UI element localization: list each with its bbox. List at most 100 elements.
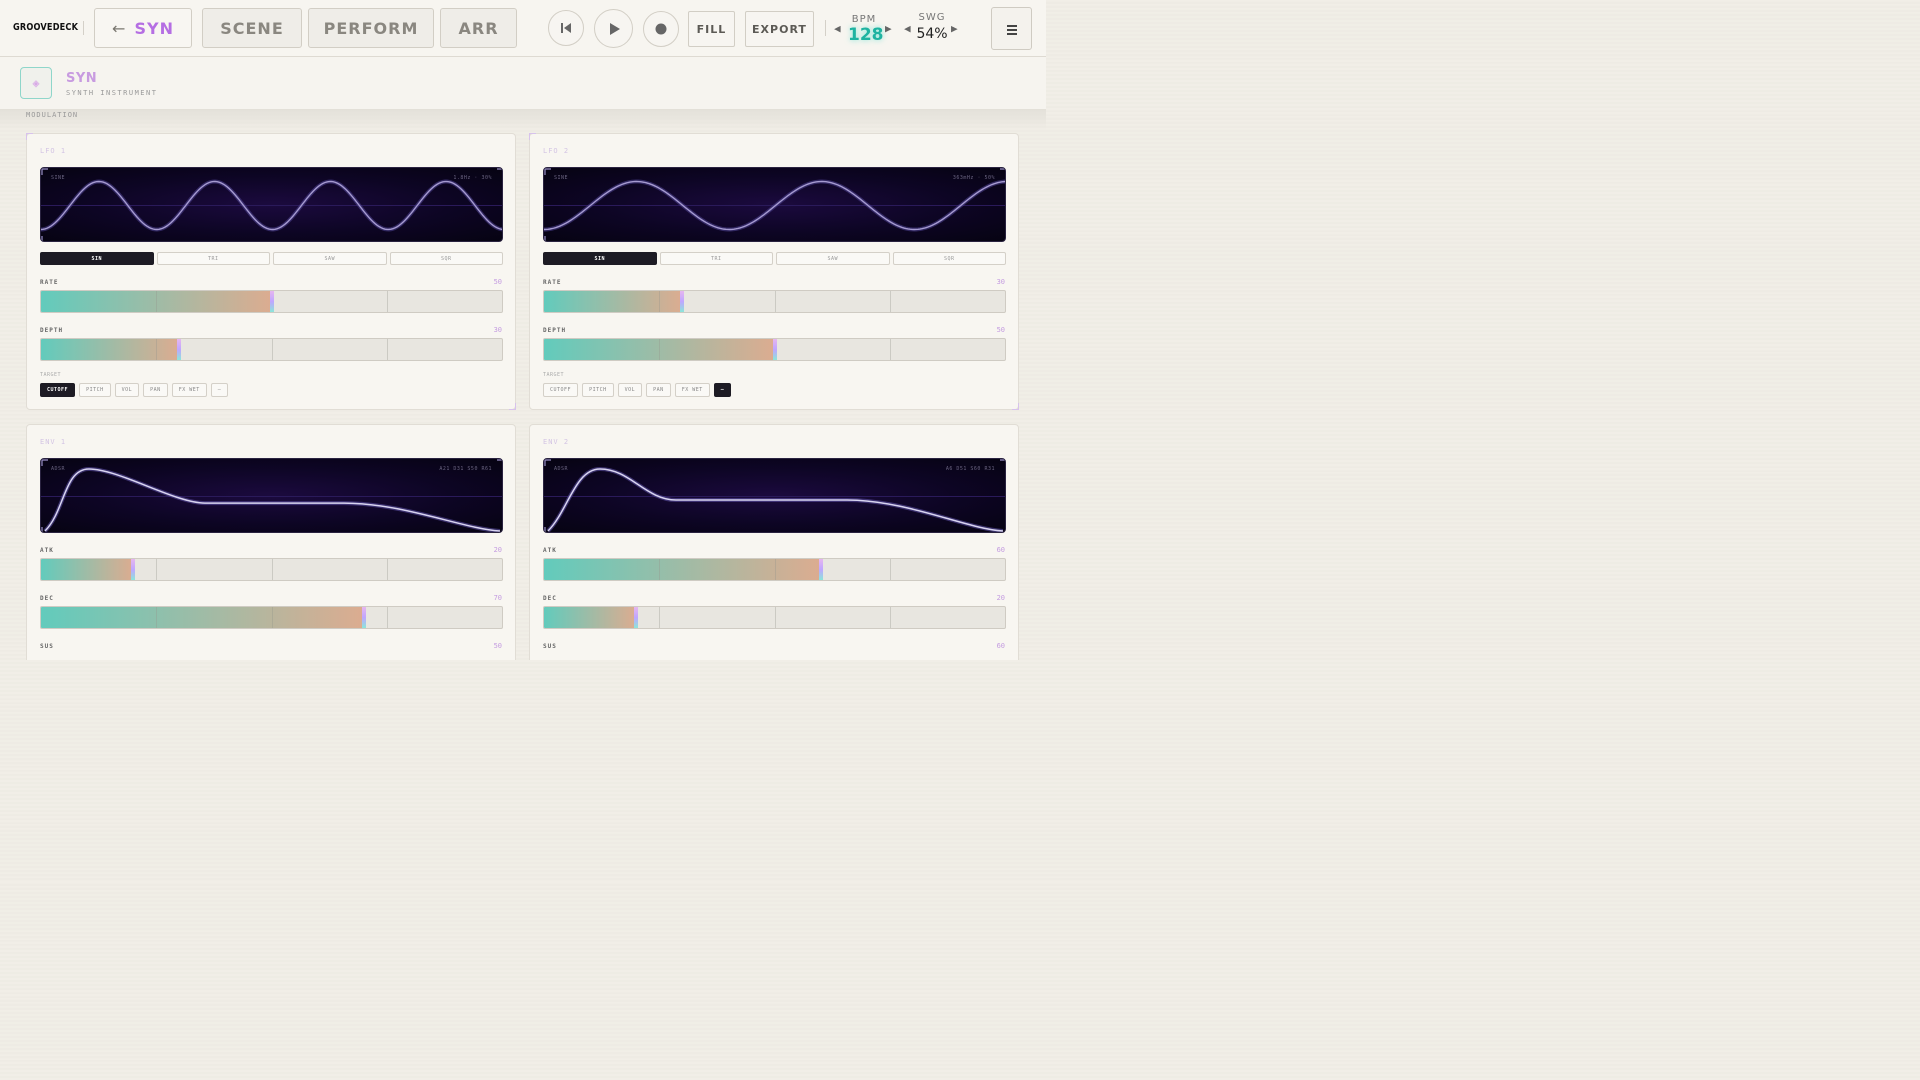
wave-saw-button[interactable]: SAW	[776, 252, 890, 265]
scope-readout: 1.8Hz · 30%	[453, 175, 492, 181]
export-button[interactable]: EXPORT	[745, 11, 814, 47]
lfo-scope: SINE 363mHz · 50%	[543, 167, 1006, 242]
target-pitch-button[interactable]: PITCH	[79, 383, 111, 397]
tab-label: ARR	[458, 18, 499, 38]
tab-label: SCENE	[220, 18, 284, 38]
target-fx-wet-button[interactable]: FX WET	[674, 383, 710, 397]
wave-sin-button[interactable]: SIN	[543, 252, 657, 265]
rate-value: 50	[493, 278, 502, 286]
slider-fill	[544, 607, 637, 628]
divider	[825, 20, 826, 36]
rate-label: RATE	[543, 279, 562, 286]
scope-shape-label: SINE	[554, 175, 569, 181]
attack-slider[interactable]	[543, 558, 1006, 581]
envelope-line	[547, 468, 1004, 532]
lfo-2-panel: LFO 2 SINE 363mHz · 50% SIN TRI SAW SQR …	[529, 133, 1019, 410]
slider-tick	[156, 339, 158, 360]
slider-handle[interactable]	[269, 291, 274, 312]
swing-decrease-button[interactable]: ◀	[904, 22, 911, 35]
swing-increase-button[interactable]: ▶	[951, 22, 958, 35]
slider-tick	[271, 559, 273, 580]
slider-fill	[544, 291, 683, 312]
decay-label: DEC	[543, 595, 557, 602]
instrument-subtitle: SYNTH INSTRUMENT	[66, 89, 158, 97]
target-cutoff-button[interactable]: CUTOFF	[543, 383, 579, 397]
target-vol-button[interactable]: VOL	[114, 383, 140, 397]
target-pan-button[interactable]: PAN	[646, 383, 671, 397]
tab-label: PERFORM	[323, 18, 419, 38]
target-vol-button[interactable]: VOL	[617, 383, 643, 397]
slider-tick	[271, 339, 273, 360]
tab-scene[interactable]: SCENE	[202, 8, 302, 48]
attack-label: ATK	[543, 547, 557, 554]
panel-title: LFO 2	[543, 147, 570, 155]
scope-corner	[41, 459, 48, 466]
decay-slider[interactable]	[40, 606, 503, 629]
header-shadow	[0, 110, 1046, 130]
wave-sqr-button[interactable]: SQR	[389, 252, 503, 265]
wave-sin-button[interactable]: SIN	[40, 252, 154, 265]
slider-handle[interactable]	[361, 607, 366, 628]
envelope-display	[544, 459, 1005, 532]
instrument-title: SYN	[66, 71, 98, 86]
bpm-increase-button[interactable]: ▶	[885, 22, 892, 35]
slider-tick	[386, 291, 388, 312]
scope-readout: 363mHz · 50%	[952, 175, 995, 181]
play-icon	[609, 22, 620, 35]
tab-syn[interactable]: ← SYN	[94, 8, 192, 48]
target-label: TARGET	[543, 372, 565, 378]
slider-handle[interactable]	[634, 607, 639, 628]
attack-label: ATK	[40, 547, 54, 554]
slider-handle[interactable]	[772, 339, 777, 360]
scope-corner	[1000, 236, 1006, 242]
scope-corner	[544, 236, 546, 241]
bpm-decrease-button[interactable]: ◀	[834, 22, 841, 35]
decay-slider[interactable]	[543, 606, 1006, 629]
swing-value: 54%	[916, 26, 948, 42]
app-window: GROOVEDECK ← SYN SCENE PERFORM ARR FILL …	[0, 0, 1046, 660]
wave-tri-button[interactable]: TRI	[156, 252, 270, 265]
target-none-button[interactable]: —	[210, 383, 229, 397]
slider-handle[interactable]	[818, 559, 823, 580]
depth-slider[interactable]	[40, 338, 503, 361]
slider-tick	[386, 559, 388, 580]
skip-back-button[interactable]	[548, 10, 584, 46]
slider-handle[interactable]	[680, 291, 685, 312]
target-cutoff-button[interactable]: CUTOFF	[40, 383, 76, 397]
tab-perform[interactable]: PERFORM	[308, 8, 434, 48]
env-1-panel: ENV 1 ADSR A21 D31 S50 R61 ATK 20 DEC 70…	[26, 424, 516, 660]
scope-shape-label: SINE	[51, 175, 66, 181]
target-pan-button[interactable]: PAN	[143, 383, 168, 397]
bpm-label: BPM	[851, 14, 877, 25]
attack-slider[interactable]	[40, 558, 503, 581]
play-button[interactable]	[594, 9, 633, 48]
slider-tick	[774, 559, 776, 580]
depth-slider[interactable]	[543, 338, 1006, 361]
slider-tick	[889, 607, 891, 628]
rate-slider[interactable]	[40, 290, 503, 313]
menu-button[interactable]	[991, 7, 1032, 50]
target-none-button[interactable]: —	[713, 383, 732, 397]
target-selector: CUTOFF PITCH VOL PAN FX WET —	[543, 383, 732, 397]
slider-handle[interactable]	[177, 339, 182, 360]
envelope-line	[44, 468, 501, 532]
skip-back-icon	[561, 23, 571, 33]
app-logo: GROOVEDECK	[13, 22, 79, 33]
slider-tick	[386, 339, 388, 360]
fill-button[interactable]: FILL	[688, 11, 735, 47]
tab-arr[interactable]: ARR	[440, 8, 517, 48]
rate-value: 30	[996, 278, 1005, 286]
env-2-panel: ENV 2 ADSR A6 D51 S60 R31 ATK 60 DEC 20 …	[529, 424, 1019, 660]
wave-tri-button[interactable]: TRI	[659, 252, 773, 265]
record-button[interactable]	[643, 11, 679, 47]
slider-handle[interactable]	[131, 559, 136, 580]
scope-corner	[544, 459, 551, 466]
wave-sqr-button[interactable]: SQR	[892, 252, 1006, 265]
scope-corner	[1000, 168, 1005, 170]
target-fx-wet-button[interactable]: FX WET	[171, 383, 207, 397]
wave-saw-button[interactable]: SAW	[273, 252, 387, 265]
rate-slider[interactable]	[543, 290, 1006, 313]
slider-tick	[889, 291, 891, 312]
target-label: TARGET	[40, 372, 62, 378]
target-pitch-button[interactable]: PITCH	[582, 383, 614, 397]
